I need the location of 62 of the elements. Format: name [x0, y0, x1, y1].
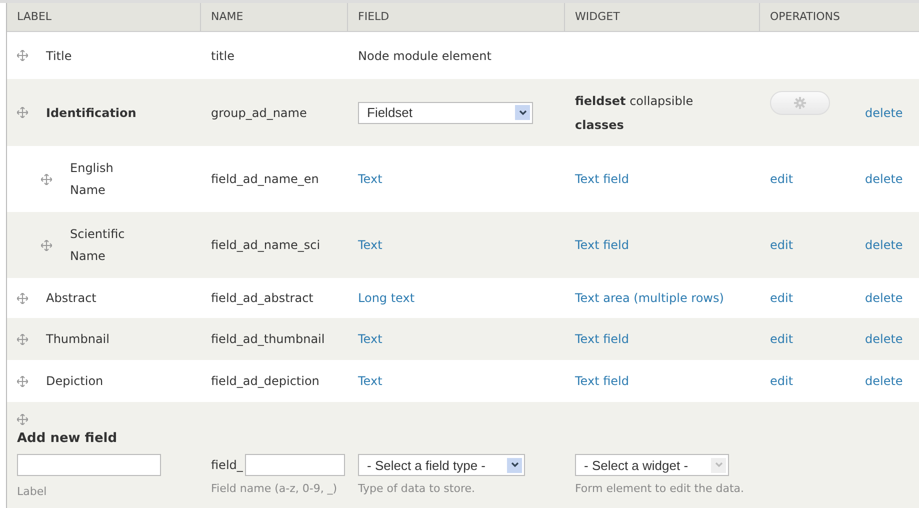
machine-name: title — [211, 48, 234, 62]
drag-handle-icon[interactable] — [17, 376, 28, 386]
operation-link[interactable]: edit — [770, 332, 865, 346]
operation-link[interactable]: delete — [865, 374, 903, 388]
settings-button[interactable] — [770, 90, 830, 114]
column-header: FIELD — [348, 3, 565, 31]
operation-link[interactable]: delete — [865, 172, 903, 186]
field-label: Thumbnail — [46, 331, 110, 348]
widget-link[interactable]: Text field — [575, 332, 629, 346]
operation-link[interactable]: edit — [770, 238, 865, 252]
field-type-select[interactable]: - Select a field type - — [358, 454, 525, 476]
machine-name: field_ad_thumbnail — [211, 332, 325, 346]
machine-name: field_ad_depiction — [211, 374, 320, 388]
widget-link[interactable]: Text area (multiple rows) — [575, 291, 724, 305]
field-label: Abstract — [46, 290, 98, 307]
widget-link[interactable]: Text field — [575, 374, 629, 388]
drag-handle-icon[interactable] — [17, 414, 28, 425]
field-label: Scientific Name — [70, 226, 126, 265]
drag-handle-icon[interactable] — [17, 292, 28, 304]
field-type-link[interactable]: Long text — [358, 291, 415, 305]
operation-link[interactable]: delete — [865, 238, 903, 252]
field-type-select[interactable]: Fieldset — [358, 102, 533, 124]
widget-hint: Form element to edit the data. — [575, 482, 746, 495]
column-header: WIDGET — [565, 3, 760, 31]
field-type-link[interactable]: Text — [358, 374, 382, 388]
field-type-link[interactable]: Text — [358, 172, 382, 186]
operation-link[interactable]: edit — [770, 291, 865, 305]
field-type: Node module element — [358, 48, 492, 62]
field-type-link[interactable]: Text — [358, 332, 382, 346]
add-field-title: Add new field — [17, 431, 118, 446]
operation-link[interactable]: delete — [865, 291, 903, 305]
drag-handle-icon[interactable] — [17, 334, 28, 344]
column-header: NAME — [201, 3, 348, 31]
drag-handle-icon[interactable] — [17, 107, 28, 118]
label-input[interactable] — [17, 454, 161, 476]
field-type-hint: Type of data to store. — [358, 482, 476, 495]
drag-handle-icon[interactable] — [17, 50, 28, 61]
field-name-input[interactable] — [244, 454, 345, 476]
machine-name: field_ad_abstract — [211, 291, 314, 305]
drag-handle-icon[interactable] — [41, 174, 52, 184]
field-label: Depiction — [46, 373, 104, 390]
field-label: English Name — [70, 160, 114, 199]
drag-handle-icon[interactable] — [41, 240, 52, 250]
operation-link[interactable]: edit — [770, 172, 865, 186]
field-label: Title — [46, 48, 73, 64]
widget-link[interactable]: Text field — [575, 238, 629, 252]
gear-icon — [794, 96, 806, 108]
field-label: Identification — [46, 104, 136, 122]
machine-name: field_ad_name_sci — [211, 238, 320, 252]
label-hint: Label — [17, 485, 47, 498]
column-header: LABEL — [7, 3, 201, 31]
operation-link[interactable]: delete — [865, 332, 903, 346]
widget-link[interactable]: Text field — [575, 172, 629, 186]
widget-summary: fieldset collapsible classes — [575, 92, 694, 134]
machine-name: field_ad_name_en — [211, 172, 319, 186]
operation-link[interactable]: delete — [865, 106, 903, 120]
field-name-hint: Field name (a-z, 0-9, _) — [211, 482, 338, 495]
name-prefix: field_ — [211, 458, 243, 472]
machine-name: group_ad_name — [211, 106, 307, 120]
column-header: OPERATIONS — [769, 9, 841, 25]
field-type-link[interactable]: Text — [358, 238, 382, 252]
operation-link[interactable]: edit — [770, 374, 865, 388]
